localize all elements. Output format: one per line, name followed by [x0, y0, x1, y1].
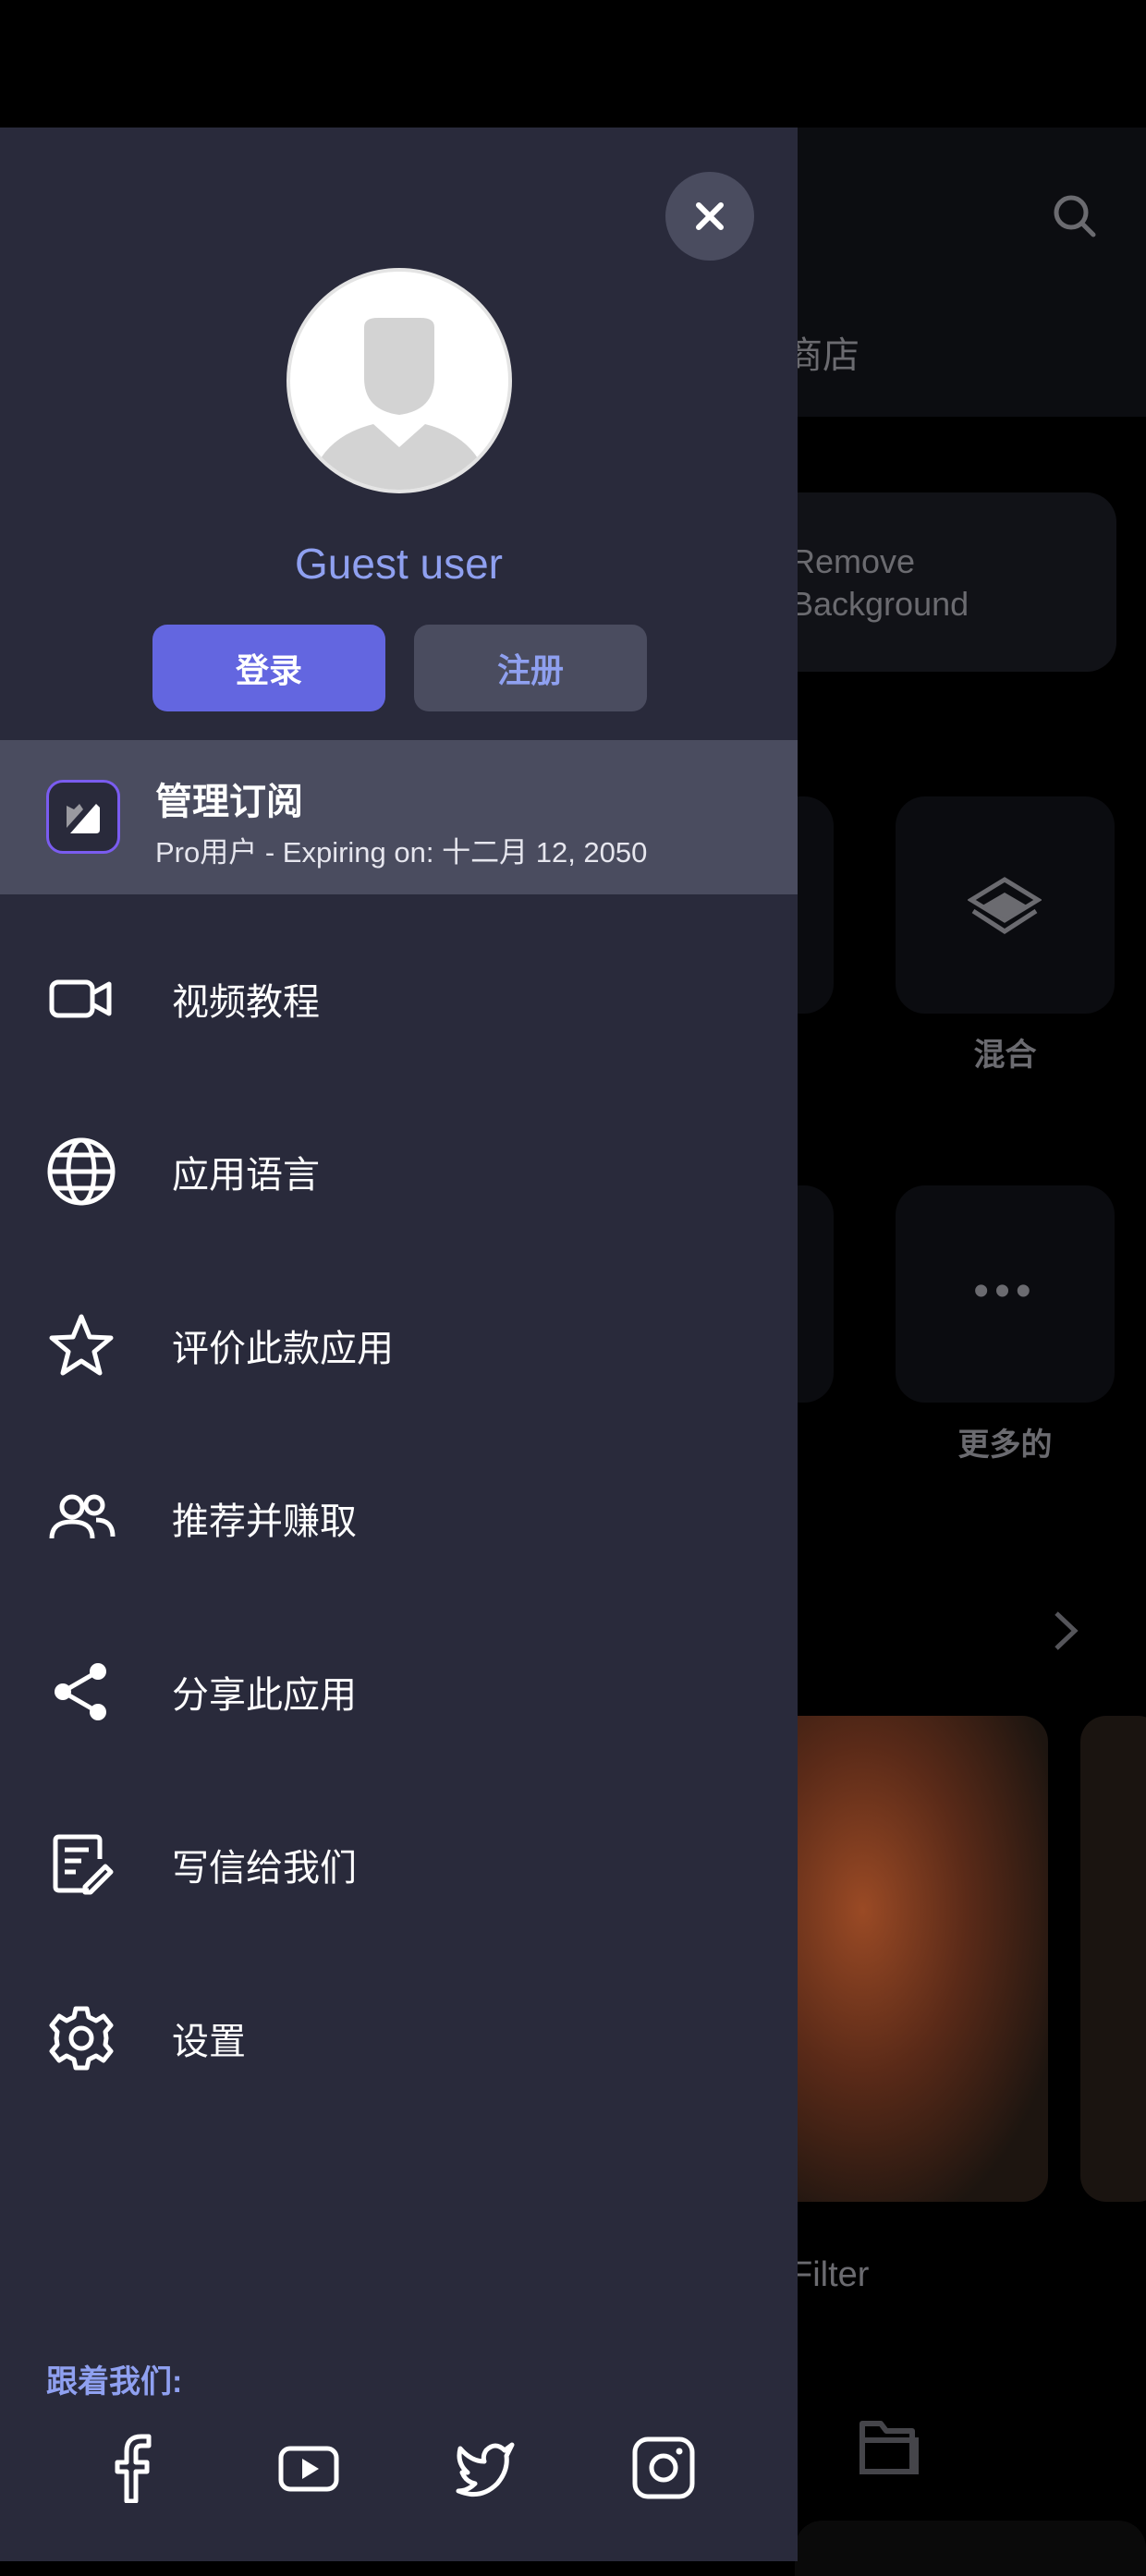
menu-item-label: 写信给我们 — [172, 1848, 357, 1889]
tool-more-card[interactable]: ••• — [896, 1185, 1115, 1403]
instagram-button[interactable] — [627, 2431, 701, 2505]
globe-icon — [44, 1135, 118, 1209]
twitter-icon — [456, 2442, 515, 2497]
youtube-button[interactable] — [272, 2431, 346, 2505]
close-icon — [696, 202, 724, 230]
user-silhouette-icon — [309, 318, 490, 490]
gear-icon — [44, 2001, 118, 2075]
avatar[interactable] — [286, 268, 512, 493]
close-button[interactable] — [665, 172, 754, 261]
tool-blend-card[interactable] — [896, 796, 1115, 1014]
login-button[interactable]: 登录 — [152, 625, 385, 711]
user-name: Guest user — [295, 540, 503, 588]
youtube-icon — [278, 2446, 339, 2492]
chevron-right-icon[interactable] — [1049, 1608, 1082, 1654]
tool-more-label: 更多的 — [957, 1428, 1053, 1463]
bottom-card — [795, 2521, 1146, 2576]
subscription-app-icon — [46, 780, 120, 854]
menu-item-video-tutorial[interactable]: 视频教程 — [0, 916, 798, 1082]
share-icon — [44, 1655, 118, 1729]
menu-item-label: 推荐并赚取 — [172, 1501, 357, 1542]
menu-item-label: 应用语言 — [172, 1155, 320, 1196]
filter-preview-image[interactable] — [1080, 1716, 1146, 2202]
menu-item-write-us[interactable]: 写信给我们 — [0, 1781, 798, 1948]
menu-item-settings[interactable]: 设置 — [0, 1955, 798, 2121]
star-icon — [44, 1308, 118, 1382]
menu-item-label: 分享此应用 — [172, 1675, 357, 1716]
menu-item-label: 评价此款应用 — [172, 1329, 394, 1369]
follow-us-label: 跟着我们: — [46, 2364, 183, 2400]
navigation-drawer: Guest user 登录 注册 管理订阅 Pro用户 - Expiring o… — [0, 128, 798, 2561]
write-icon — [44, 1828, 118, 1902]
users-icon — [44, 1481, 118, 1555]
menu-item-app-language[interactable]: 应用语言 — [0, 1088, 798, 1255]
more-dots-icon: ••• — [973, 1267, 1037, 1316]
folder-icon[interactable] — [855, 2414, 923, 2483]
instagram-icon — [632, 2436, 695, 2499]
manage-subscription-row[interactable]: 管理订阅 Pro用户 - Expiring on: 十二月 12, 2050 — [0, 740, 798, 894]
twitter-button[interactable] — [448, 2431, 522, 2505]
remove-background-card[interactable]: Remove Background — [758, 492, 1116, 672]
subscription-subtitle: Pro用户 - Expiring on: 十二月 12, 2050 — [155, 836, 648, 869]
facebook-icon — [115, 2434, 152, 2503]
layers-icon — [968, 877, 1042, 934]
facebook-button[interactable] — [95, 2431, 169, 2505]
menu-item-share-app[interactable]: 分享此应用 — [0, 1609, 798, 1775]
menu-item-label: 设置 — [172, 2022, 246, 2062]
remove-background-label: Remove Background — [791, 542, 969, 623]
register-button[interactable]: 注册 — [414, 625, 647, 711]
menu-item-refer-earn[interactable]: 推荐并赚取 — [0, 1435, 798, 1601]
search-icon[interactable] — [1051, 192, 1099, 240]
menu-item-label: 视频教程 — [172, 982, 320, 1023]
menu-item-rate-app[interactable]: 评价此款应用 — [0, 1262, 798, 1428]
tool-blend-label: 混合 — [973, 1038, 1037, 1073]
video-camera-icon — [44, 962, 118, 1036]
subscription-title: 管理订阅 — [155, 782, 303, 822]
filter-label: Filter — [791, 2255, 870, 2294]
